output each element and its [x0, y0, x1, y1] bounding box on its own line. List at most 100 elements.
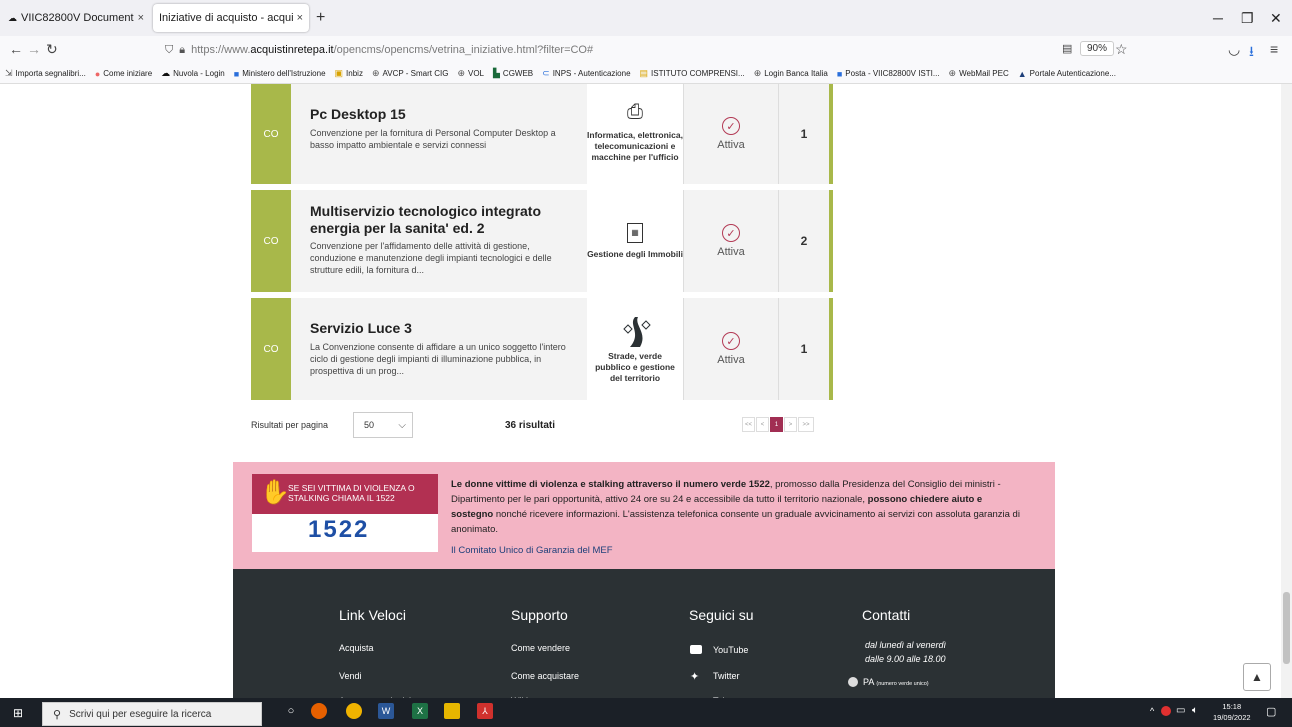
bookmark-item[interactable]: ■ Posta - VIIC82800V ISTI...	[837, 69, 940, 79]
inbiz-icon: ▣	[334, 68, 344, 78]
url-path: /opencms/opencms/vetrina_iniziative.html…	[333, 44, 594, 56]
forward-icon[interactable]: →	[27, 41, 41, 57]
youtube-link[interactable]: YouTube	[713, 645, 748, 655]
count-value: 2	[800, 234, 808, 248]
bookmark-item[interactable]: ☁ Nuvola - Login	[161, 68, 225, 79]
chevron-down-icon: ⌵	[398, 419, 406, 431]
menu-icon[interactable]: ≡	[1270, 41, 1278, 57]
bookmark-item[interactable]: ⊕ Login Banca Italia	[754, 68, 828, 79]
bookmark-label: Inbiz	[346, 69, 363, 78]
word-icon[interactable]: W	[378, 703, 394, 719]
last-page-button[interactable]: >>	[798, 417, 814, 432]
star-icon[interactable]: ☆	[1115, 41, 1128, 58]
next-page-button[interactable]: >	[784, 417, 797, 432]
bookmark-item[interactable]: ▙ CGWEB	[493, 68, 533, 79]
acrobat-icon[interactable]: ⅄	[477, 703, 493, 719]
back-to-top-button[interactable]: ▲	[1243, 663, 1271, 691]
url-bar[interactable]: ⛉ 🔒︎ https://www. acquistinretepa.it/open…	[165, 40, 1065, 60]
cug-link[interactable]: Il Comitato Unico di Garanzia del MEF	[451, 545, 613, 556]
close-tab-icon[interactable]: ×	[138, 12, 144, 24]
bookmark-label: Login Banca Italia	[764, 69, 828, 78]
per-page-select[interactable]: 50 ⌵	[353, 412, 413, 438]
file-explorer-icon[interactable]	[444, 703, 460, 719]
download-icon[interactable]: ⭳	[1249, 41, 1254, 65]
bookmark-item[interactable]: ⊕ WebMail PEC	[949, 68, 1009, 79]
task-view-icon[interactable]: ○	[283, 703, 299, 719]
cloud-icon: ☁	[161, 68, 171, 78]
taskbar-clock[interactable]: 15:18 19/09/2022	[1213, 701, 1251, 723]
back-icon[interactable]: ←	[9, 41, 23, 57]
globe-icon: ⊕	[371, 68, 380, 78]
bookmark-item[interactable]: ⊂ INPS - Autenticazione	[542, 68, 630, 79]
notification-icon[interactable]: ▢	[1266, 705, 1276, 718]
reader-view-icon[interactable]: ▤	[1062, 42, 1072, 55]
import-icon: ⇲	[5, 68, 13, 78]
new-tab-button[interactable]: +	[316, 9, 325, 27]
excel-icon[interactable]: X	[412, 703, 428, 719]
url-domain: acquistinretepa.it	[250, 44, 334, 56]
tab-iniziative[interactable]: Iniziative di acquisto - acquistinretep …	[153, 4, 309, 32]
hand-icon: ✋	[260, 479, 290, 506]
prev-page-button[interactable]: <	[756, 417, 769, 432]
check-circle-icon: ✓	[722, 117, 740, 135]
tab-label: Iniziative di acquisto - acquistinretep	[159, 12, 293, 24]
first-page-button[interactable]: <<	[742, 417, 755, 432]
card-title[interactable]: Multiservizio tecnologico integrato ener…	[310, 203, 580, 237]
tray-chevron-icon[interactable]: ^	[1150, 706, 1154, 716]
taskbar-search[interactable]: ⚲ Scrivi qui per eseguire la ricerca	[42, 702, 262, 726]
initiative-card[interactable]: CO Pc Desktop 15 Convenzione per la forn…	[251, 84, 833, 184]
minimize-icon[interactable]: ─	[1213, 10, 1223, 26]
page-1-button[interactable]: 1	[770, 417, 783, 432]
firefox-icon[interactable]	[311, 703, 327, 719]
type-badge: CO	[251, 298, 291, 400]
antivirus-icon[interactable]	[1161, 706, 1171, 716]
zoom-level[interactable]: 90%	[1080, 41, 1115, 56]
pocket-icon[interactable]: ◡	[1228, 41, 1240, 58]
windows-start-icon[interactable]: ⊞	[13, 706, 23, 720]
footer-link[interactable]: Come acquistare	[511, 671, 579, 681]
maximize-icon[interactable]: ❐	[1241, 10, 1254, 27]
inps-icon: ⊂	[542, 68, 550, 78]
status-label: Attiva	[717, 354, 745, 366]
banner-text-part: nonché ricevere informazioni. L'assisten…	[451, 509, 1020, 535]
card-title[interactable]: Pc Desktop 15	[310, 106, 406, 123]
banner-text: Le donne vittime di violenza e stalking …	[451, 477, 1026, 537]
card-title[interactable]: Servizio Luce 3	[310, 320, 412, 337]
hours-line: dal lunedì al venerdì	[865, 640, 947, 650]
footer-link[interactable]: Vendi	[339, 671, 362, 681]
initiative-card[interactable]: CO Multiservizio tecnologico integrato e…	[251, 190, 833, 292]
footer-heading: Contatti	[862, 607, 911, 623]
shield-icon: ⛉	[165, 43, 174, 56]
category-label: Strade, verde pubblico e gestione del te…	[595, 350, 675, 383]
bookmark-item[interactable]: ⇲ Importa segnalibri...	[5, 68, 86, 79]
pa-note: (numero verde unico)	[876, 681, 929, 687]
reload-icon[interactable]: ↻	[46, 41, 58, 58]
bookmark-item[interactable]: ⊕ VOL	[457, 68, 484, 79]
twitter-link[interactable]: Twitter	[713, 671, 740, 681]
footer-link[interactable]: Acquista	[339, 643, 374, 653]
youtube-icon	[690, 645, 702, 654]
chrome-icon[interactable]	[346, 703, 362, 719]
scrollbar-thumb[interactable]	[1283, 592, 1290, 664]
pa-contact[interactable]: PA (numero verde unico)	[863, 677, 929, 687]
bookmark-item[interactable]: ⊕ AVCP - Smart CIG	[372, 68, 448, 79]
footer-link[interactable]: Come vendere	[511, 643, 570, 653]
bookmark-item[interactable]: ■ Ministero dell'Istruzione	[234, 69, 326, 79]
bookmark-item[interactable]: ▣ Inbiz	[335, 68, 363, 79]
bookmarks-bar: ⇲ Importa segnalibri... ● Come iniziare ☁ N…	[0, 64, 1292, 84]
bookmark-item[interactable]: ▤ ISTITUTO COMPRENSI...	[640, 68, 745, 79]
tab-label: VIIC82800V Documenti protoco	[21, 12, 134, 24]
initiative-card[interactable]: CO Servizio Luce 3 La Convenzione consen…	[251, 298, 833, 400]
results-count: 36 risultati	[505, 420, 556, 431]
close-window-icon[interactable]: ✕	[1270, 10, 1282, 27]
bookmark-item[interactable]: ● Come iniziare	[95, 69, 152, 79]
banner-image-1522[interactable]: ✋ SE SEI VITTIMA DI VIOLENZA O STALKING …	[252, 474, 438, 552]
tab-documenti[interactable]: ☁ VIIC82800V Documenti protoco ×	[2, 4, 150, 32]
volume-icon[interactable]: 🔈︎	[1192, 705, 1198, 716]
status-box: ✓ Attiva	[683, 298, 779, 400]
road-icon	[623, 316, 651, 347]
network-icon[interactable]: ▭	[1176, 705, 1185, 716]
url-prefix: https://www.	[191, 44, 251, 56]
bookmark-item[interactable]: ▲ Portale Autenticazione...	[1018, 69, 1116, 79]
close-tab-icon[interactable]: ×	[297, 12, 303, 24]
